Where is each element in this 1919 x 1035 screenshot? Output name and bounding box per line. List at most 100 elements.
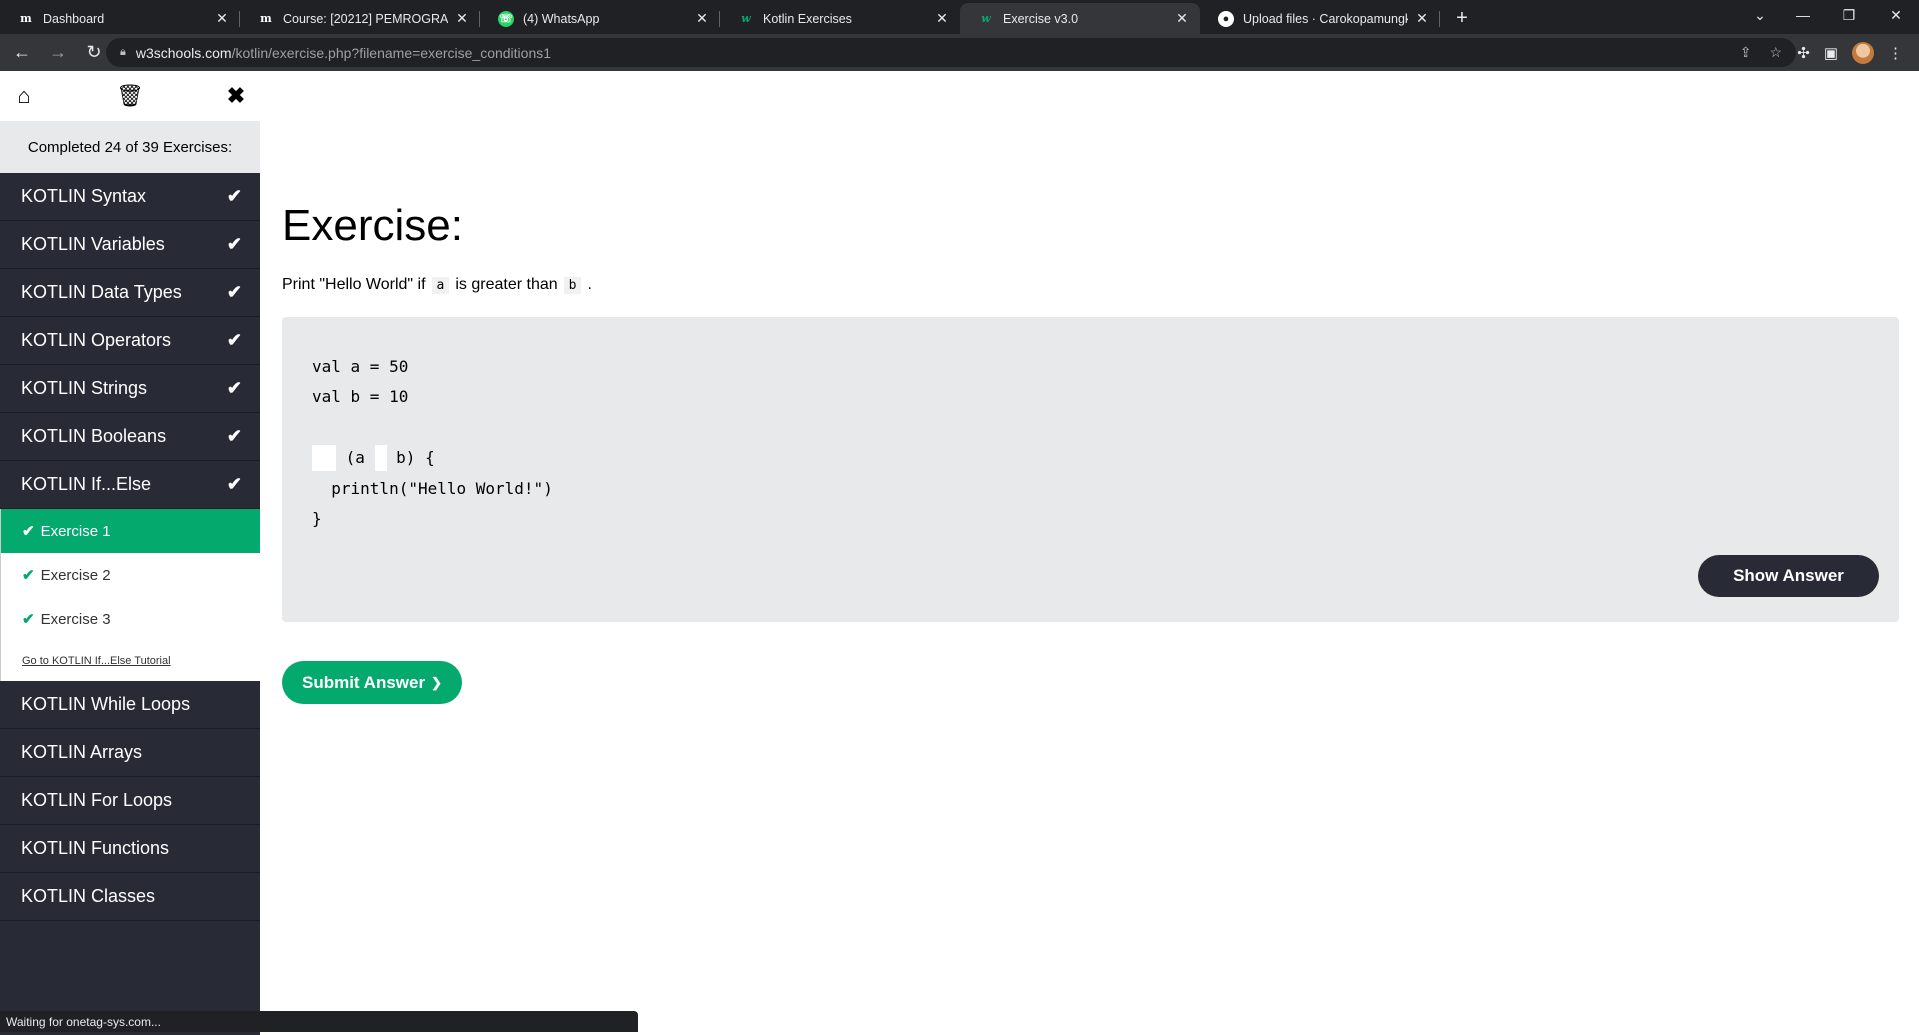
sidebar-item-label: KOTLIN Operators <box>21 330 172 350</box>
exercise-label: Exercise 1 <box>40 522 111 540</box>
side-panel-icon[interactable]: ▣ <box>1824 44 1838 62</box>
sidebar-item-label: KOTLIN Functions <box>21 838 170 858</box>
close-icon[interactable]: ✕ <box>934 10 950 27</box>
submit-answer-button[interactable]: Submit Answer ❯ <box>282 661 462 704</box>
bookmark-star-icon[interactable]: ☆ <box>1769 44 1782 61</box>
sidebar-item-for-loops[interactable]: KOTLIN For Loops <box>0 777 260 825</box>
sidebar-item-booleans[interactable]: KOTLIN Booleans ✔ <box>0 413 260 461</box>
sidebar-item-operators[interactable]: KOTLIN Operators ✔ <box>0 317 260 365</box>
home-icon[interactable]: ⌂ <box>12 83 36 108</box>
sidebar-item-label: KOTLIN Strings <box>21 378 148 398</box>
progress-text: Completed 24 of 39 Exercises: <box>0 121 260 173</box>
submit-label: Submit Answer <box>301 672 426 692</box>
tab-title: (4) WhatsApp <box>523 11 600 26</box>
tab-title: Exercise v3.0 <box>1003 11 1079 26</box>
code-editor: val a = 50 val b = 10 (a b) { println("H… <box>282 317 1899 622</box>
sidebar-item-strings[interactable]: KOTLIN Strings ✔ <box>0 365 260 413</box>
close-icon[interactable]: ✕ <box>1414 10 1430 27</box>
whatsapp-icon: ☏ <box>498 10 514 27</box>
answer-input-keyword[interactable] <box>312 444 336 471</box>
sidebar-item-data-types[interactable]: KOTLIN Data Types ✔ <box>0 269 260 317</box>
code-line: val a = 50 <box>312 356 409 376</box>
lock-icon: 🔒︎ <box>120 46 126 58</box>
checkmark-icon: ✔ <box>226 378 242 398</box>
w3schools-icon: w <box>981 12 991 25</box>
close-icon[interactable]: ✕ <box>1174 10 1190 27</box>
close-icon[interactable]: ✕ <box>694 10 710 27</box>
tab-course[interactable]: m Course: [20212] PEMROGRAMAN ✕ <box>240 3 480 34</box>
moodle-icon: m <box>260 12 272 25</box>
code-line: (a b) { <box>312 443 553 474</box>
sidebar-item-variables[interactable]: KOTLIN Variables ✔ <box>0 221 260 269</box>
forward-icon[interactable]: → <box>44 39 72 67</box>
exercise-link-1[interactable]: ✔ Exercise 1 <box>1 509 260 553</box>
sidebar-item-functions[interactable]: KOTLIN Functions <box>0 825 260 873</box>
exercise-label: Exercise 3 <box>40 610 111 628</box>
close-icon[interactable]: ✕ <box>454 10 470 27</box>
url-path: /kotlin/exercise.php?filename=exercise_c… <box>231 44 552 61</box>
code-line: val b = 10 <box>312 387 409 407</box>
tab-whatsapp[interactable]: ☏ (4) WhatsApp ✕ <box>480 3 720 34</box>
tab-github-upload[interactable]: ● Upload files · Carokopamungkas ✕ <box>1200 3 1440 34</box>
checkmark-icon: ✔ <box>22 567 35 584</box>
tab-search-icon[interactable]: ⌄ <box>1737 0 1783 30</box>
sidebar-item-if-else[interactable]: KOTLIN If...Else ✔ <box>0 461 260 509</box>
new-tab-button[interactable]: + <box>1446 3 1478 34</box>
reload-icon[interactable]: ↻ <box>80 39 108 67</box>
checkmark-icon: ✔ <box>226 330 242 350</box>
exercise-label: Exercise 2 <box>40 566 111 584</box>
tab-title: Course: [20212] PEMROGRAMAN <box>283 11 448 26</box>
browser-toolbar: ← → ↻ 🔒︎ w3schools.com/kotlin/exercise.p… <box>0 34 1919 71</box>
tab-title: Kotlin Exercises <box>763 11 852 26</box>
address-bar[interactable]: 🔒︎ w3schools.com/kotlin/exercise.php?fil… <box>106 38 1796 67</box>
prompt-text: is greater than <box>455 276 558 293</box>
sidebar-item-label: KOTLIN Arrays <box>21 742 143 762</box>
checkmark-icon: ✔ <box>226 282 242 302</box>
moodle-icon: m <box>20 12 32 25</box>
checkmark-icon: ✔ <box>22 611 35 628</box>
exercise-main: Exercise: Print "Hello World" if a is gr… <box>260 71 1919 1035</box>
sidebar-item-label: KOTLIN Data Types <box>21 282 182 302</box>
tab-title: Dashboard <box>43 11 105 26</box>
tab-kotlin-exercises[interactable]: w Kotlin Exercises ✕ <box>720 3 960 34</box>
back-icon[interactable]: ← <box>8 39 36 67</box>
checkmark-icon: ✔ <box>226 426 242 446</box>
exercise-link-3[interactable]: ✔ Exercise 3 <box>1 597 260 641</box>
sidebar-item-classes[interactable]: KOTLIN Classes <box>0 873 260 921</box>
code-block: val a = 50 val b = 10 (a b) { println("H… <box>312 351 553 534</box>
tutorial-link[interactable]: Go to KOTLIN If...Else Tutorial <box>1 641 260 681</box>
sidebar-item-arrays[interactable]: KOTLIN Arrays <box>0 729 260 777</box>
code-fragment: b) { <box>386 448 435 468</box>
close-icon[interactable]: ✕ <box>214 10 230 27</box>
answer-input-operator[interactable] <box>374 444 387 471</box>
menu-kebab-icon[interactable]: ⋮ <box>1888 44 1903 62</box>
exercise-link-2[interactable]: ✔ Exercise 2 <box>1 553 260 597</box>
restore-icon[interactable]: ❐ <box>1826 0 1872 30</box>
close-window-icon[interactable]: ✕ <box>1873 0 1919 30</box>
prompt-var-b: b <box>563 276 582 294</box>
status-bar: Waiting for onetag-sys.com... <box>0 1011 638 1032</box>
sidebar-item-label: KOTLIN Classes <box>21 886 156 906</box>
show-answer-button[interactable]: Show Answer <box>1698 555 1879 597</box>
extensions-icon[interactable]: ✣ <box>1797 44 1810 62</box>
exercise-submenu: ✔ Exercise 1 ✔ Exercise 2 ✔ Exercise 3 G… <box>0 509 260 681</box>
sidebar-item-label: KOTLIN If...Else <box>21 474 152 494</box>
checkmark-icon: ✔ <box>226 186 242 206</box>
url-host: w3schools.com <box>135 44 232 61</box>
profile-avatar[interactable] <box>1852 41 1874 64</box>
sidebar-toolbar: ⌂ 🗑︎ ✖ <box>0 71 260 121</box>
prompt-text: . <box>587 276 592 293</box>
chevron-right-icon: ❯ <box>431 674 442 690</box>
sidebar-item-syntax[interactable]: KOTLIN Syntax ✔ <box>0 173 260 221</box>
tab-dashboard[interactable]: m Dashboard ✕ <box>0 3 240 34</box>
github-icon: ● <box>1218 10 1234 27</box>
tab-title: Upload files · Carokopamungkas <box>1243 11 1408 26</box>
trash-icon[interactable]: 🗑︎ <box>116 83 144 108</box>
sidebar-item-while-loops[interactable]: KOTLIN While Loops <box>0 681 260 729</box>
checkmark-icon: ✔ <box>226 474 242 494</box>
close-icon[interactable]: ✖ <box>224 83 248 108</box>
tab-exercise-v3[interactable]: w Exercise v3.0 ✕ <box>960 3 1200 34</box>
minimize-icon[interactable]: — <box>1780 0 1826 30</box>
share-icon[interactable]: ⇪ <box>1740 44 1752 61</box>
